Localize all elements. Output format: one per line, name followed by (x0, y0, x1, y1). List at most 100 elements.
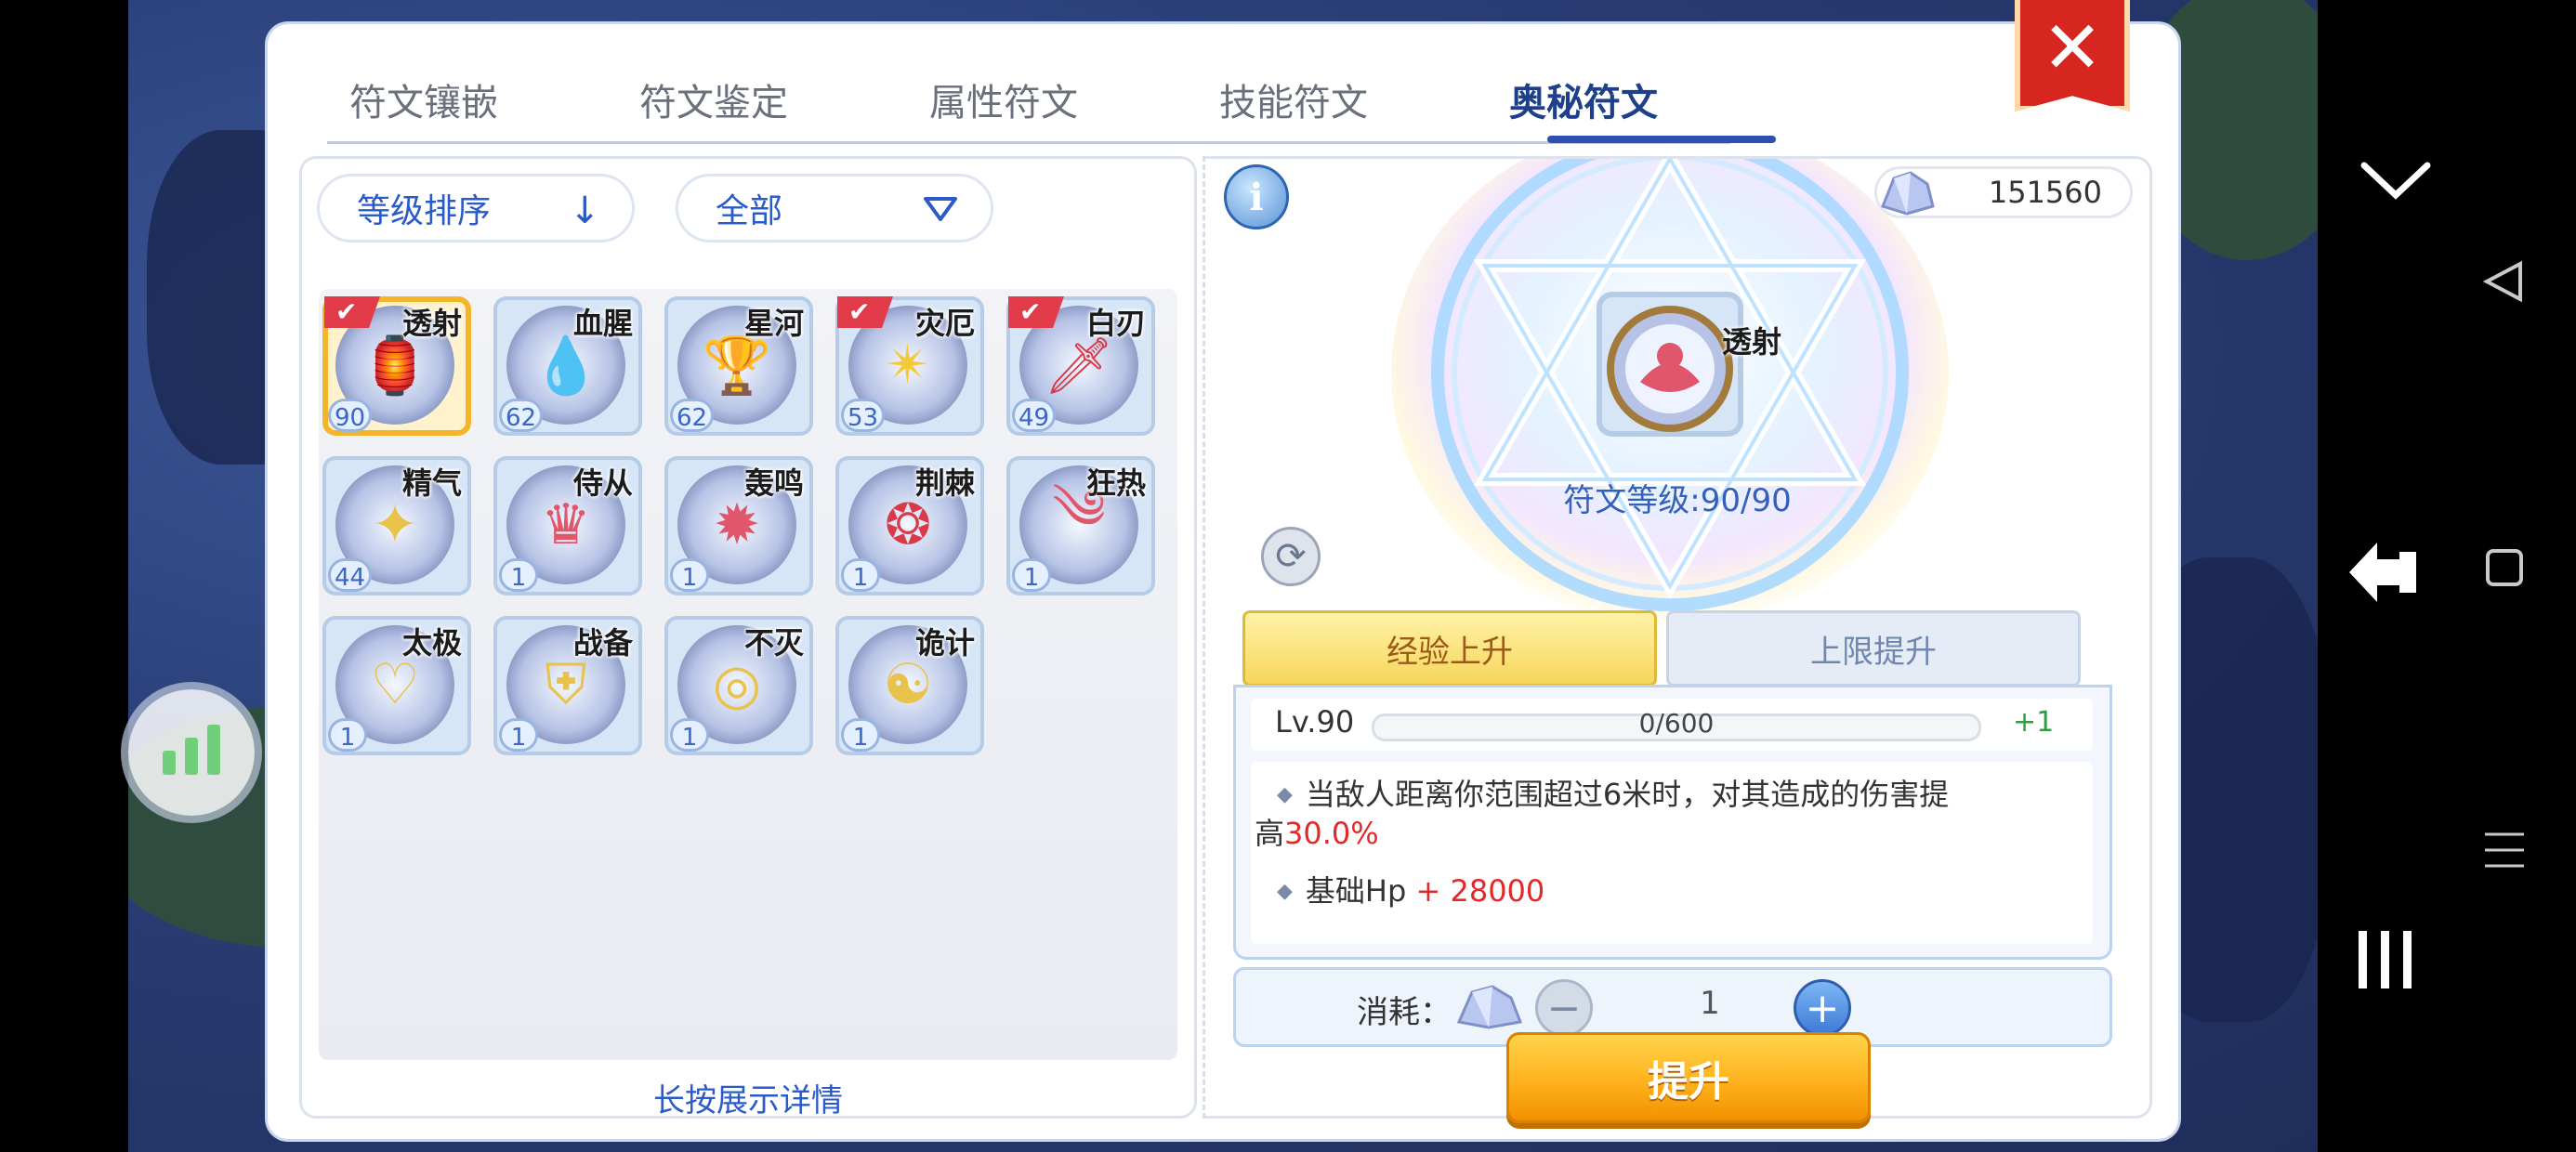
rune-name: 战备 (572, 625, 633, 661)
detail-rune-name: 透射 (1722, 324, 1782, 360)
square-overview-icon[interactable] (2485, 548, 2524, 591)
rune-level-badge: 1 (328, 718, 367, 752)
rune-card[interactable]: ♛ 侍从 1 (493, 456, 642, 596)
rune-card[interactable]: ༄ 狂热 1 (1006, 456, 1155, 596)
tab-skill-rune[interactable]: 技能符文 (1219, 72, 1368, 126)
triangle-dropdown-icon (922, 190, 959, 232)
rune-name: 精气 (401, 465, 462, 501)
back-triangle-icon[interactable] (2482, 260, 2524, 307)
tab-arcane-rune[interactable]: 奥秘符文 (1509, 72, 1658, 126)
desc-hp-label: 基础Hp (1305, 873, 1407, 909)
rune-panel: 符文镶嵌 符文鉴定 属性符文 技能符文 奥秘符文 ✕ 等级排序 ↓ 全部 🏮 ✔ 透… (268, 0, 2178, 1139)
category-label: 全部 (716, 192, 783, 230)
rune-card[interactable]: ✹ 轰鸣 1 (664, 456, 813, 596)
desc-text-1: 当敌人距离你范围超过6米时，对其造成的伤害提 (1305, 777, 1950, 812)
rune-name: 诡计 (914, 625, 975, 661)
close-button[interactable]: ✕ (2015, 0, 2130, 111)
recent-apps-icon[interactable] (2353, 927, 2418, 996)
rune-name: 荆棘 (914, 465, 975, 501)
desc-hp-value: + 28000 (1406, 873, 1545, 909)
rune-card[interactable]: 🗡 ✔ 白刃 49 (1006, 296, 1155, 436)
rune-card[interactable]: ◎ 不灭 1 (664, 616, 813, 755)
refresh-icon[interactable]: ⟳ (1261, 527, 1321, 586)
rune-name: 星河 (743, 306, 804, 341)
long-press-hint: 长按展示详情 (653, 1082, 843, 1119)
currency-amount: 151560 (1988, 175, 2102, 210)
level-row: Lv.90 0/600 +1 (1251, 699, 2093, 751)
rune-level-badge: 1 (499, 718, 538, 752)
tab-attribute-rune[interactable]: 属性符文 (929, 72, 1078, 126)
rune-card[interactable]: ❂ 荆棘 1 (835, 456, 984, 596)
desc-value-2: 30.0% (1284, 816, 1379, 851)
rune-level-text: 符文等级:90/90 (1563, 482, 1792, 519)
desc-line-3: ◆ 基础Hp + 28000 (1277, 871, 1544, 911)
tab-exp-up[interactable]: 经验上升 (1242, 610, 1657, 687)
rune-level-badge: 1 (670, 558, 709, 592)
exit-arrow-icon[interactable] (2346, 535, 2420, 613)
rune-name: 不灭 (743, 625, 804, 661)
upgrade-button[interactable]: 提升 (1506, 1032, 1871, 1123)
tab-rune-appraise[interactable]: 符文鉴定 (639, 72, 788, 126)
minus-button[interactable]: − (1535, 979, 1593, 1037)
tab-rune-inlay[interactable]: 符文镶嵌 (349, 72, 498, 126)
rune-card[interactable]: ♡ 太极 1 (322, 616, 471, 755)
rune-list-pane: 等级排序 ↓ 全部 🏮 ✔ 透射 90 💧 血腥 62 🏆 星河 62 ✴ ✔ 灾厄 53 🗡 ✔ 白刃 49 ✦ 精… (299, 156, 1197, 1119)
tab-cap-up[interactable]: 上限提升 (1666, 610, 2081, 687)
close-icon: ✕ (2042, 7, 2103, 90)
rune-card[interactable]: ⛨ 战备 1 (493, 616, 642, 755)
rune-level-badge: 1 (1012, 558, 1051, 592)
rune-name: 透射 (401, 306, 462, 341)
rune-detail-pane: i 151560 透射 符文等级:90/90 ⟳ 经验上升 上限提升 Lv.90… (1203, 156, 2152, 1123)
plus-icon: + (1805, 984, 1840, 1032)
rune-name: 狂热 (1085, 465, 1146, 501)
rune-name: 血腥 (572, 306, 633, 341)
down-arrow-icon: ↓ (569, 190, 600, 232)
rune-name: 轰鸣 (743, 465, 804, 501)
rune-card[interactable]: ✦ 精气 44 (322, 456, 471, 596)
tab-bar: 符文镶嵌 符文鉴定 属性符文 技能符文 奥秘符文 (327, 52, 1776, 144)
exp-card: Lv.90 0/600 +1 ◆ 当敌人距离你范围超过6米时，对其造成的伤害提 高… (1233, 685, 2112, 960)
exp-text: 0/600 (1638, 708, 1715, 739)
system-nav-bar (2318, 0, 2576, 1152)
rune-card[interactable]: ✴ ✔ 灾厄 53 (835, 296, 984, 436)
desc-text-2: 高 (1255, 816, 1285, 851)
plus-button[interactable]: + (1794, 979, 1851, 1037)
crystal-icon (1452, 981, 1526, 1037)
consume-label: 消耗： (1357, 994, 1452, 1031)
bar-icon (163, 751, 176, 775)
rune-level-badge: 1 (841, 718, 880, 752)
info-icon[interactable]: i (1224, 164, 1289, 229)
bar-icon (207, 725, 220, 775)
menu-lines-icon[interactable] (2483, 829, 2526, 875)
rune-name: 侍从 (572, 465, 633, 501)
rune-name: 白刃 (1085, 306, 1146, 341)
sort-label: 等级排序 (357, 192, 492, 230)
rune-level-badge: 90 (328, 399, 373, 432)
sort-dropdown[interactable]: 等级排序 ↓ (317, 174, 635, 242)
rune-card[interactable]: 🏆 星河 62 (664, 296, 813, 436)
chevron-down-icon[interactable] (2359, 158, 2433, 208)
rune-level-badge: 1 (841, 558, 880, 592)
diamond-bullet-icon: ◆ (1277, 783, 1293, 806)
level-label: Lv.90 (1275, 704, 1355, 740)
rune-level-badge: 62 (670, 399, 715, 432)
rune-level-badge: 49 (1012, 399, 1057, 432)
level-plus: +1 (2013, 706, 2055, 739)
rune-card[interactable]: 🏮 ✔ 透射 90 (322, 296, 471, 436)
rune-card[interactable]: ☯ 诡计 1 (835, 616, 984, 755)
bar-icon (185, 738, 198, 775)
rune-level-badge: 53 (841, 399, 886, 432)
desc-line-1: ◆ 当敌人距离你范围超过6米时，对其造成的伤害提 (1277, 775, 1949, 815)
magic-circle-emblem (1391, 159, 1949, 623)
rune-level-badge: 1 (499, 558, 538, 592)
minus-icon: − (1546, 984, 1582, 1032)
rune-name: 灾厄 (914, 306, 975, 341)
category-dropdown[interactable]: 全部 (676, 174, 993, 242)
rune-name: 太极 (401, 625, 462, 661)
diamond-bullet-icon: ◆ (1277, 880, 1293, 903)
rune-level-badge: 62 (499, 399, 544, 432)
stats-floating-button[interactable] (128, 689, 255, 816)
consume-quantity: 1 (1700, 985, 1720, 1022)
rune-card[interactable]: 💧 血腥 62 (493, 296, 642, 436)
desc-line-2: 高30.0% (1255, 814, 1379, 853)
